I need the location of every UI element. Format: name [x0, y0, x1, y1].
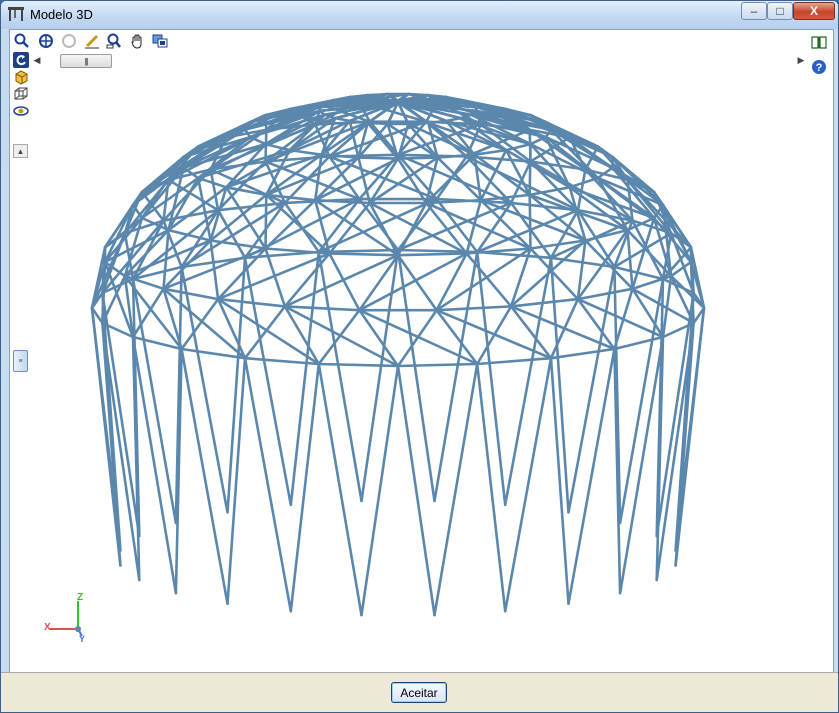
axis-y-label: Y — [79, 634, 85, 644]
strut — [283, 201, 321, 254]
strut — [465, 155, 513, 205]
zoom-window-icon[interactable] — [105, 32, 123, 50]
wireframe-cube-icon[interactable] — [13, 86, 29, 102]
strut — [435, 305, 513, 312]
strut — [396, 364, 436, 617]
strut — [503, 256, 553, 507]
strut — [360, 364, 400, 617]
zoom-fit-icon[interactable] — [37, 32, 55, 50]
strut — [613, 335, 665, 351]
window-title: Modelo 3D — [30, 7, 93, 22]
app-icon — [8, 7, 24, 21]
horizontal-scroll-thumb[interactable]: ||| — [60, 54, 112, 68]
strut — [576, 287, 634, 301]
window: Modelo 3D – □ X ? ◀ ||| ▶ ▲ ≡ Z X Y Acei… — [0, 0, 839, 713]
scroll-left-arrow-icon[interactable]: ◀ — [30, 52, 44, 68]
zoom-previous-icon[interactable] — [60, 32, 78, 50]
strut — [528, 128, 532, 163]
scroll-up-arrow-icon[interactable]: ▲ — [13, 144, 28, 158]
strut — [433, 362, 479, 617]
strut — [475, 362, 507, 613]
scroll-right-arrow-icon[interactable]: ▶ — [794, 52, 808, 68]
strut — [264, 193, 268, 250]
strut — [357, 156, 372, 205]
strut — [360, 248, 400, 503]
strut — [283, 305, 361, 312]
strut — [264, 113, 268, 132]
strut — [317, 362, 363, 617]
strut — [475, 250, 507, 507]
strut — [396, 153, 513, 205]
strut — [289, 362, 321, 613]
strut — [475, 250, 553, 260]
strut — [475, 305, 513, 366]
strut — [509, 297, 580, 308]
vertical-scrollbar[interactable]: ▲ ≡ ▼ — [13, 144, 29, 692]
strut — [209, 168, 220, 212]
strut — [180, 297, 220, 351]
strut — [503, 356, 553, 613]
strut — [396, 153, 468, 158]
strut — [396, 308, 438, 368]
strut — [317, 308, 361, 366]
pencil-measure-icon[interactable] — [83, 32, 101, 50]
axis-origin — [75, 626, 81, 632]
3d-viewport[interactable]: Z X Y — [32, 70, 810, 670]
left-toolbar: ▲ ≡ ▼ — [10, 52, 30, 692]
strut — [328, 252, 400, 257]
help-icon[interactable]: ? — [811, 59, 827, 75]
strut — [618, 277, 665, 525]
minimize-button[interactable]: – — [741, 2, 767, 20]
zoom-rotate-icon[interactable] — [13, 32, 31, 50]
strut — [396, 248, 436, 503]
views-icon[interactable] — [151, 32, 169, 50]
maximize-button[interactable]: □ — [767, 2, 793, 20]
strut — [209, 193, 268, 242]
close-button[interactable]: X — [793, 2, 835, 20]
eye-settings-icon[interactable] — [13, 103, 29, 119]
strut — [264, 128, 268, 163]
strut — [549, 347, 616, 360]
axis-x-label: X — [44, 622, 51, 633]
strut — [433, 250, 479, 503]
right-toolbar: ? — [811, 32, 829, 92]
strut — [357, 156, 400, 160]
model-3d-panel: ? ◀ ||| ▶ ▲ ≡ ▼ — [9, 29, 834, 692]
solid-view-icon[interactable] — [13, 69, 29, 85]
book-icon[interactable] — [811, 34, 827, 50]
strut — [243, 305, 287, 360]
title-bar[interactable]: Modelo 3D – □ X — [1, 1, 838, 29]
toolbar — [10, 30, 833, 52]
svg-text:?: ? — [816, 62, 823, 74]
footer: Aceitar — [1, 672, 838, 712]
axis-z-label: Z — [77, 592, 83, 603]
strut — [243, 356, 293, 613]
strut — [216, 208, 247, 260]
strut — [243, 256, 293, 507]
strut — [317, 250, 363, 503]
strut — [131, 287, 165, 339]
horizontal-scrollbar[interactable]: ◀ ||| ▶ — [30, 52, 808, 68]
strut — [669, 260, 693, 278]
strut — [317, 362, 400, 368]
strut — [396, 252, 468, 257]
rotate-icon[interactable] — [13, 52, 29, 68]
vertical-scroll-thumb[interactable]: ≡ — [13, 350, 28, 372]
accept-button[interactable]: Aceitar — [391, 682, 447, 703]
strut — [162, 287, 220, 301]
strut — [328, 153, 400, 158]
strut — [328, 252, 361, 312]
strut — [396, 362, 479, 368]
strut — [167, 176, 200, 232]
axis-triad: Z X Y — [44, 592, 85, 644]
pan-hand-icon[interactable] — [128, 32, 146, 50]
dome-structure — [90, 92, 706, 617]
strut — [289, 250, 321, 507]
strut — [528, 193, 532, 250]
